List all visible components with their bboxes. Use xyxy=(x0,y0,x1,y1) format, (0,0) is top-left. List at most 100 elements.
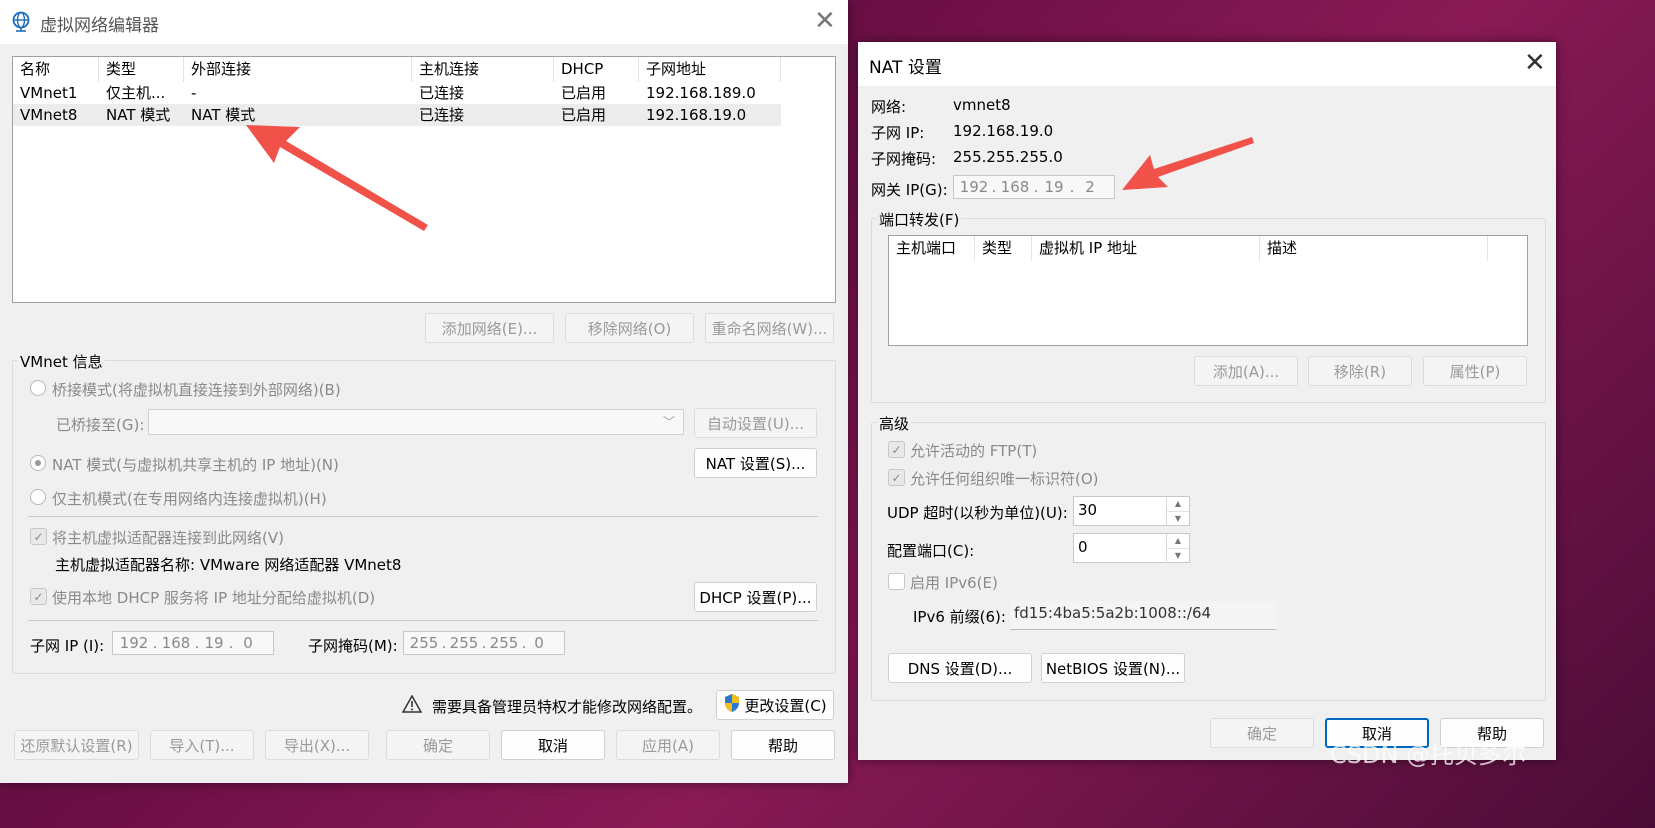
restore-defaults-button[interactable]: 还原默认设置(R) xyxy=(14,730,139,760)
watermark: CSDN @托贝多尔 xyxy=(1330,741,1527,769)
table-cell: 已启用 xyxy=(561,106,607,124)
network-value: vmnet8 xyxy=(953,96,1011,114)
use-dhcp-label[interactable]: 使用本地 DHCP 服务将 IP 地址分配给虚拟机(D) xyxy=(52,587,375,608)
ip-octet: 168 xyxy=(161,634,191,652)
udp-timeout-label: UDP 超时(以秒为单位)(U): xyxy=(887,504,1068,522)
chevron-up-icon[interactable]: ▲ xyxy=(1166,534,1189,548)
remove-button[interactable]: 移除(R) xyxy=(1308,356,1412,386)
col-header-description[interactable]: 描述 xyxy=(1260,236,1488,261)
subnet-ip-input[interactable]: 192. 168. 19. 0 xyxy=(112,631,274,655)
col-header-type[interactable]: 类型 xyxy=(99,57,184,82)
auto-settings-button[interactable]: 自动设置(U)... xyxy=(694,408,817,438)
allow-oui-label[interactable]: 允许任何组织唯一标识符(O) xyxy=(910,468,1099,489)
change-settings-button[interactable]: 更改设置(C) xyxy=(716,690,834,720)
table-cell: VMnet1 xyxy=(20,84,78,102)
netbios-settings-button[interactable]: NetBIOS 设置(N)... xyxy=(1041,653,1185,683)
chevron-down-icon: ﹀ xyxy=(662,415,675,429)
close-icon[interactable]: ✕ xyxy=(1524,50,1546,76)
udp-timeout-input[interactable]: 30 ▲ ▼ xyxy=(1073,496,1190,526)
apply-button[interactable]: 应用(A) xyxy=(616,730,720,760)
export-button[interactable]: 导出(X)... xyxy=(265,730,369,760)
table-cell: - xyxy=(191,84,197,102)
ip-octet: 192 xyxy=(959,178,989,196)
globe-icon xyxy=(10,10,32,36)
col-header-type[interactable]: 类型 xyxy=(975,236,1032,261)
connect-adapter-checkbox[interactable]: ✓ xyxy=(30,528,47,545)
import-button[interactable]: 导入(T)... xyxy=(150,730,254,760)
ip-octet: 255 xyxy=(409,634,439,652)
allow-ftp-label[interactable]: 允许活动的 FTP(T) xyxy=(910,440,1037,461)
warning-icon xyxy=(401,694,423,717)
allow-ftp-checkbox[interactable]: ✓ xyxy=(888,441,905,458)
gateway-ip-label: 网关 IP(G): xyxy=(871,181,948,199)
chevron-up-icon[interactable]: ▲ xyxy=(1166,497,1189,511)
table-cell: 仅主机... xyxy=(106,84,166,102)
config-port-value: 0 xyxy=(1078,538,1088,556)
properties-button[interactable]: 属性(P) xyxy=(1423,356,1527,386)
host-only-label[interactable]: 仅主机模式(在专用网络内连接虚拟机)(H) xyxy=(52,488,327,509)
window-title: 虚拟网络编辑器 xyxy=(40,16,159,36)
chevron-down-icon[interactable]: ▼ xyxy=(1166,511,1189,526)
add-network-button[interactable]: 添加网络(E)... xyxy=(425,313,554,343)
config-port-input[interactable]: 0 ▲ ▼ xyxy=(1073,533,1190,563)
window-title: NAT 设置 xyxy=(869,58,942,78)
subnet-ip-label: 子网 IP: xyxy=(871,124,925,142)
ip-octet: 255 xyxy=(489,634,519,652)
cancel-button[interactable]: 取消 xyxy=(501,730,605,760)
nat-mode-radio[interactable] xyxy=(30,455,46,471)
col-header-host-port[interactable]: 主机端口 xyxy=(889,236,975,261)
col-header-vm-ip[interactable]: 虚拟机 IP 地址 xyxy=(1032,236,1260,261)
vmnet-info-label: VMnet 信息 xyxy=(18,351,105,372)
nat-mode-label[interactable]: NAT 模式(与虚拟机共享主机的 IP 地址)(N) xyxy=(52,454,339,475)
col-header-name[interactable]: 名称 xyxy=(13,57,99,82)
help-button[interactable]: 帮助 xyxy=(731,730,835,760)
col-header-dhcp[interactable]: DHCP xyxy=(554,57,639,82)
remove-network-button[interactable]: 移除网络(O) xyxy=(565,313,694,343)
bridge-mode-label[interactable]: 桥接模式(将虚拟机直接连接到外部网络)(B) xyxy=(52,379,341,400)
subnet-mask-label: 子网掩码: xyxy=(871,150,937,168)
divider xyxy=(28,620,818,621)
subnet-ip-value: 192.168.19.0 xyxy=(953,122,1054,140)
table-cell: 192.168.189.0 xyxy=(646,84,756,102)
ip-octet: 255 xyxy=(449,634,479,652)
udp-timeout-value: 30 xyxy=(1078,501,1098,519)
ipv6-prefix-input[interactable]: fd15:4ba5:5a2b:1008::/64 xyxy=(1010,601,1276,630)
admin-notice: 需要具备管理员特权才能修改网络配置。 xyxy=(432,698,703,716)
rename-network-button[interactable]: 重命名网络(W)... xyxy=(705,313,834,343)
ip-octet: 168 xyxy=(1000,178,1030,196)
enable-ipv6-label[interactable]: 启用 IPv6(E) xyxy=(910,572,998,593)
dhcp-settings-button[interactable]: DHCP 设置(P)... xyxy=(694,582,817,612)
title-bar: NAT 设置 ✕ xyxy=(858,42,1556,86)
host-only-radio[interactable] xyxy=(30,489,46,505)
close-icon[interactable]: ✕ xyxy=(814,8,836,34)
col-header-host[interactable]: 主机连接 xyxy=(412,57,554,82)
nat-settings-button[interactable]: NAT 设置(S)... xyxy=(694,448,817,478)
col-header-external[interactable]: 外部连接 xyxy=(184,57,412,82)
gateway-ip-input[interactable]: 192. 168. 19. 2 xyxy=(953,175,1115,199)
bridge-mode-radio[interactable] xyxy=(30,380,46,396)
table-cell: 已启用 xyxy=(561,84,607,102)
config-port-label: 配置端口(C): xyxy=(887,542,975,560)
ip-octet: 19 xyxy=(1044,178,1064,196)
ok-button[interactable]: 确定 xyxy=(386,730,490,760)
allow-oui-checkbox[interactable]: ✓ xyxy=(888,469,905,486)
chevron-down-icon[interactable]: ▼ xyxy=(1166,548,1189,563)
enable-ipv6-checkbox[interactable] xyxy=(888,573,905,590)
ipv6-prefix-label: IPv6 前缀(6): xyxy=(913,608,1006,626)
ip-octet: 19 xyxy=(204,634,224,652)
advanced-label: 高级 xyxy=(877,413,912,434)
port-forwarding-table[interactable]: 主机端口 类型 虚拟机 IP 地址 描述 xyxy=(888,235,1528,346)
table-cell: 192.168.19.0 xyxy=(646,106,747,124)
bridged-to-select[interactable]: ﹀ xyxy=(148,409,684,435)
table-cell: NAT 模式 xyxy=(106,106,171,124)
col-header-subnet[interactable]: 子网地址 xyxy=(639,57,781,82)
ok-button[interactable]: 确定 xyxy=(1210,718,1314,748)
subnet-mask-input[interactable]: 255. 255. 255. 0 xyxy=(403,631,565,655)
use-dhcp-checkbox[interactable]: ✓ xyxy=(30,588,47,605)
adapter-name-label: 主机虚拟适配器名称: VMware 网络适配器 VMnet8 xyxy=(55,556,402,574)
add-button[interactable]: 添加(A)... xyxy=(1194,356,1298,386)
dns-settings-button[interactable]: DNS 设置(D)... xyxy=(888,653,1032,683)
ip-octet: 0 xyxy=(534,634,544,652)
connect-adapter-label[interactable]: 将主机虚拟适配器连接到此网络(V) xyxy=(52,527,284,548)
table-row[interactable]: VMnet1 仅主机... - 已连接 已启用 192.168.189.0 xyxy=(13,82,781,104)
